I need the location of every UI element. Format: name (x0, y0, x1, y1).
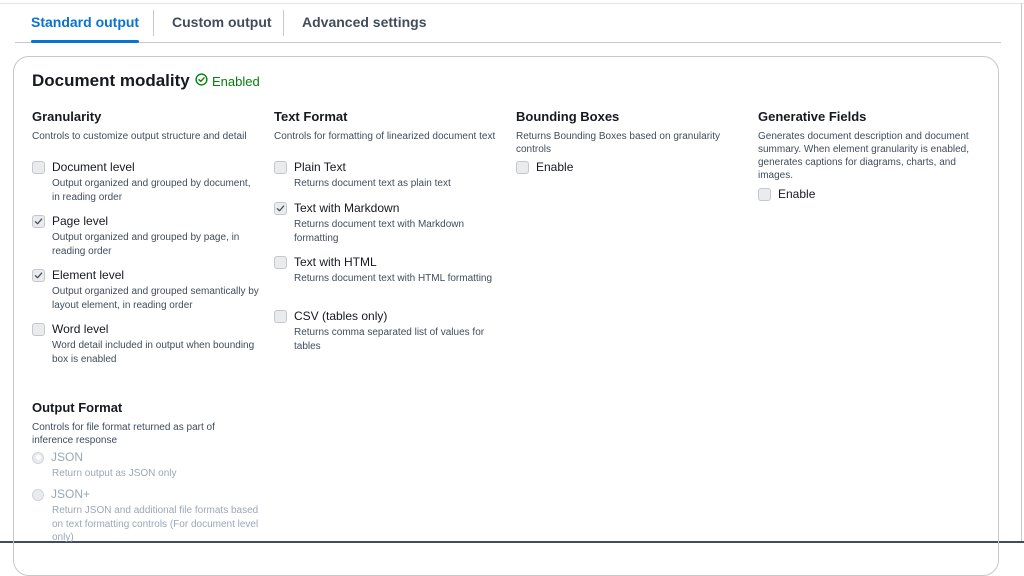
tab-custom-output[interactable]: Custom output (172, 4, 272, 42)
output-format-title: Output Format (32, 400, 123, 415)
option-description: Output organized and grouped by page, in… (52, 232, 240, 257)
panel-title: Document modality (32, 71, 190, 90)
json-radio-option[interactable]: JSON (32, 450, 260, 465)
granularity-option-word-level: Word level Word detail included in outpu… (32, 322, 260, 366)
checkmark-icon (276, 205, 285, 212)
checkbox[interactable] (758, 188, 771, 201)
bounding-boxes-enable-toggle[interactable]: Enable (516, 160, 744, 175)
checkbox[interactable] (274, 161, 287, 174)
checkbox[interactable] (32, 215, 45, 228)
markdown-toggle[interactable]: Text with Markdown (274, 201, 502, 216)
tab-advanced-settings[interactable]: Advanced settings (302, 4, 426, 42)
tab-standard-output[interactable]: Standard output (31, 4, 140, 43)
checkbox[interactable] (274, 310, 287, 323)
checkbox[interactable] (32, 269, 45, 282)
option-description: Returns document text as plain text (294, 178, 451, 189)
granularity-title: Granularity (32, 109, 102, 124)
checkbox[interactable] (516, 161, 529, 174)
granularity-section: Granularity Controls to customize output… (32, 109, 259, 365)
option-label: Plain Text (294, 160, 346, 174)
bounding-boxes-description: Returns Bounding Boxes based on granular… (516, 131, 721, 155)
option-label: CSV (tables only) (294, 309, 388, 323)
text-format-section: Text Format Controls for formatting of l… (274, 109, 499, 352)
option-description: Returns document text with Markdown form… (294, 219, 465, 244)
generative-fields-description: Generates document description and docum… (758, 131, 970, 181)
plain-text-toggle[interactable]: Plain Text (274, 160, 502, 175)
page-level-toggle[interactable]: Page level (32, 214, 260, 229)
checkbox[interactable] (274, 256, 287, 269)
option-label: Text with Markdown (294, 201, 400, 215)
bounding-boxes-option: Enable (516, 160, 744, 175)
element-level-toggle[interactable]: Element level (32, 268, 260, 283)
bounding-boxes-section: Bounding Boxes Returns Bounding Boxes ba… (516, 109, 741, 174)
checkmark-icon (34, 218, 43, 225)
text-format-option-markdown: Text with Markdown Returns document text… (274, 201, 502, 245)
output-format-option-json-plus: JSON+ Return JSON and additional file fo… (32, 487, 260, 545)
status-indicator: Enabled (195, 73, 260, 89)
option-label: JSON+ (51, 487, 91, 501)
option-label: JSON (51, 450, 84, 464)
bounding-boxes-title: Bounding Boxes (516, 109, 620, 124)
option-description: Return JSON and additional file formats … (52, 505, 259, 543)
tab-separator (153, 10, 154, 36)
status-text: Enabled (212, 73, 260, 89)
radio-button[interactable] (32, 488, 44, 501)
generative-fields-enable-toggle[interactable]: Enable (758, 187, 986, 202)
option-description: Output organized and grouped semanticall… (52, 286, 259, 311)
output-format-section: Output Format Controls for file format r… (32, 400, 258, 543)
generative-fields-section: Generative Fields Generates document des… (758, 109, 983, 201)
option-label: Word level (52, 322, 109, 336)
output-format-option-json: JSON Return output as JSON only (32, 450, 260, 481)
radio-button[interactable] (32, 451, 44, 464)
granularity-option-element-level: Element level Output organized and group… (32, 268, 260, 312)
text-format-option-csv: CSV (tables only) Returns comma separate… (274, 309, 502, 353)
csv-toggle[interactable]: CSV (tables only) (274, 309, 502, 324)
checkbox[interactable] (274, 202, 287, 215)
option-description: Output organized and grouped by document… (52, 178, 251, 203)
scroll-edge (1021, 3, 1022, 543)
generative-fields-option: Enable (758, 187, 986, 202)
document-modality-panel: Document modality Enabled Granularity Co… (13, 56, 999, 576)
granularity-option-document-level: Document level Output organized and grou… (32, 160, 260, 204)
option-label: Enable (778, 187, 816, 201)
html-toggle[interactable]: Text with HTML (274, 255, 502, 270)
option-label: Enable (536, 160, 574, 174)
option-description: Returns comma separated list of values f… (294, 327, 485, 352)
text-format-option-html: Text with HTML Returns document text wit… (274, 255, 502, 286)
option-description: Returns document text with HTML formatti… (294, 273, 493, 284)
json-plus-radio-option[interactable]: JSON+ (32, 487, 260, 502)
option-description: Return output as JSON only (52, 468, 177, 479)
checkmark-icon (34, 272, 43, 279)
output-format-description: Controls for file format returned as par… (32, 422, 215, 446)
option-label: Page level (52, 214, 109, 228)
granularity-description: Controls to customize output structure a… (32, 131, 247, 142)
generative-fields-title: Generative Fields (758, 109, 867, 124)
text-format-title: Text Format (274, 109, 348, 124)
option-label: Document level (52, 160, 135, 174)
check-circle-icon (195, 73, 208, 89)
tab-separator (283, 10, 284, 36)
option-label: Text with HTML (294, 255, 377, 269)
option-description: Word detail included in output when boun… (52, 340, 255, 365)
option-label: Element level (52, 268, 125, 282)
granularity-option-page-level: Page level Output organized and grouped … (32, 214, 260, 258)
text-format-description: Controls for formatting of linearized do… (274, 131, 496, 142)
text-format-option-plain-text: Plain Text Returns document text as plai… (274, 160, 502, 191)
document-level-toggle[interactable]: Document level (32, 160, 260, 175)
checkbox[interactable] (32, 323, 45, 336)
checkbox[interactable] (32, 161, 45, 174)
word-level-toggle[interactable]: Word level (32, 322, 260, 337)
tab-bar: Standard output Custom output Advanced s… (15, 4, 1001, 43)
